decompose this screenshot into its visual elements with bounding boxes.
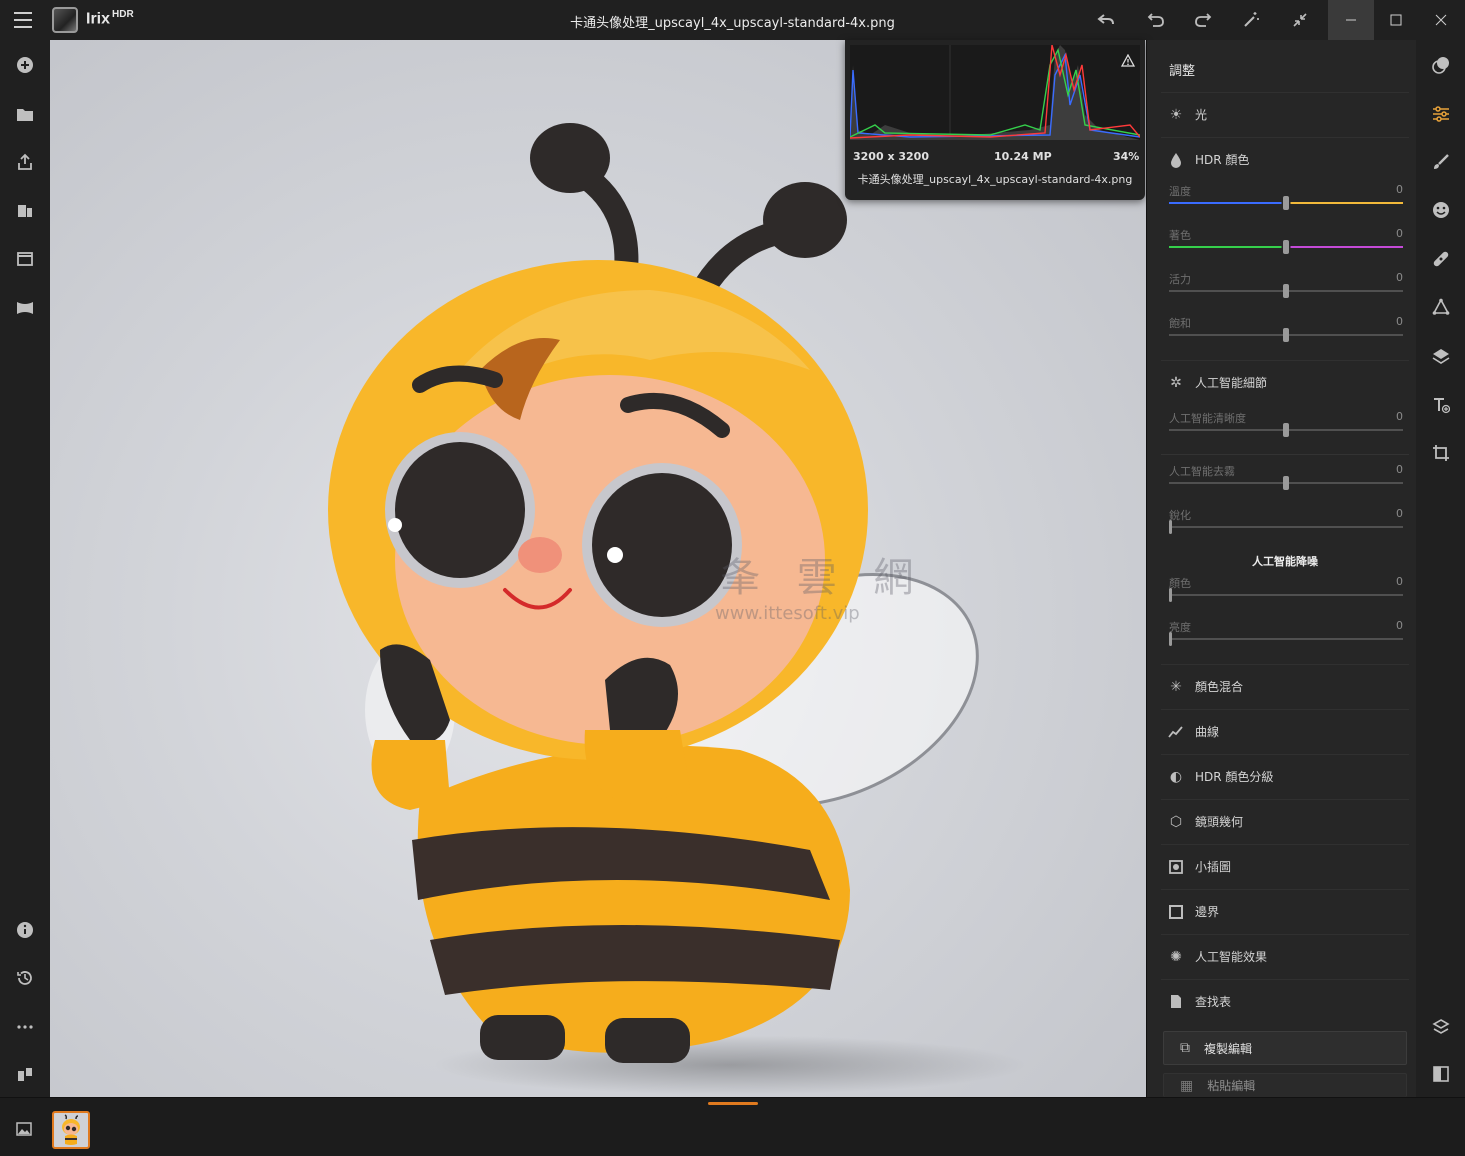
- adjustments-panel: 調整 ☀ 光 HDR 顏色 溫度 0 著色 0 活力 0 飽和 0 ✲ 人工智能…: [1146, 40, 1416, 1097]
- maximize-button[interactable]: [1373, 0, 1419, 40]
- vignette-icon: [1167, 858, 1185, 876]
- undo-icon: [1147, 13, 1164, 27]
- close-icon: [1435, 14, 1447, 26]
- image-megapixels: 10.24 MP: [994, 150, 1052, 163]
- bee-thumbnail-image: [62, 1114, 80, 1145]
- redo-button[interactable]: [1180, 0, 1226, 40]
- curve-icon: [1167, 723, 1185, 741]
- crop-icon[interactable]: [1430, 442, 1452, 464]
- slider-knob[interactable]: [1169, 520, 1172, 534]
- divider: [1161, 454, 1409, 455]
- thumbnail-bee[interactable]: [52, 1111, 90, 1149]
- more-icon[interactable]: [15, 1017, 35, 1037]
- auto-enhance-button[interactable]: [1228, 0, 1274, 40]
- sun-icon: ☀: [1169, 106, 1183, 123]
- layers-icon[interactable]: [1430, 345, 1452, 367]
- batch-icon[interactable]: [15, 201, 35, 221]
- presets-icon[interactable]: [1430, 54, 1452, 76]
- ai-detail-icon: ✲: [1170, 374, 1182, 391]
- minimize-button[interactable]: [1328, 0, 1374, 40]
- left-toolbar: [0, 40, 50, 1096]
- app-name: Irix HDR: [86, 9, 134, 28]
- sparkle-icon: ✳: [1170, 678, 1182, 695]
- adjustments-icon[interactable]: [1430, 103, 1452, 125]
- brush-icon[interactable]: [1430, 151, 1452, 173]
- slider-knob[interactable]: [1283, 284, 1289, 298]
- lens-icon: ⬡: [1169, 813, 1183, 830]
- ai-effect-icon: ✺: [1170, 948, 1182, 965]
- section-lut[interactable]: 查找表: [1161, 979, 1409, 1023]
- redo-icon: [1195, 13, 1212, 27]
- slider-knob[interactable]: [1169, 588, 1172, 602]
- plugins-icon[interactable]: [1430, 1016, 1452, 1038]
- zoom-level: 34%: [1113, 150, 1140, 163]
- watermark: 夆 雲 網 www.ittesoft.vip: [715, 555, 926, 624]
- histogram-graph: [850, 45, 1140, 140]
- undo-all-icon: [1097, 14, 1114, 25]
- slider-knob[interactable]: [1283, 423, 1289, 437]
- history-icon[interactable]: [15, 968, 35, 988]
- section-ai-effects[interactable]: ✺ 人工智能效果: [1161, 934, 1409, 978]
- gallery-icon[interactable]: [16, 1122, 34, 1136]
- add-icon[interactable]: [15, 55, 35, 75]
- magic-wand-icon: [1244, 12, 1259, 27]
- undo-button[interactable]: [1133, 0, 1179, 40]
- geometry-icon[interactable]: [1430, 296, 1452, 318]
- ai-denoise-title: 人工智能降噪: [1252, 555, 1318, 568]
- window-icon[interactable]: [15, 249, 35, 269]
- compare-icon[interactable]: [15, 1064, 35, 1084]
- info-icon[interactable]: [15, 920, 35, 940]
- slider-knob[interactable]: [1283, 196, 1289, 210]
- face-icon[interactable]: [1430, 199, 1452, 221]
- compact-view-button[interactable]: [1277, 0, 1323, 40]
- histogram-panel[interactable]: 3200 x 3200 10.24 MP 34% 卡通头像处理_upscayl_…: [845, 40, 1145, 200]
- panel-title: 調整: [1169, 64, 1196, 79]
- slider-knob[interactable]: [1283, 240, 1289, 254]
- copy-edits-button[interactable]: ⧉ 複製編輯: [1163, 1031, 1407, 1065]
- right-tool-column: [1416, 40, 1465, 1097]
- section-curves[interactable]: 曲線: [1161, 709, 1409, 753]
- undo-all-button[interactable]: [1083, 0, 1129, 40]
- copy-icon: ⧉: [1180, 1040, 1190, 1056]
- drop-icon: [1167, 151, 1185, 169]
- slider-knob[interactable]: [1169, 632, 1172, 646]
- folder-icon[interactable]: [15, 104, 35, 124]
- section-color-mix[interactable]: ✳ 顏色混合: [1161, 664, 1409, 708]
- color-grade-icon: ◐: [1169, 768, 1183, 785]
- paste-edits-button[interactable]: ▦ 粘貼編輯: [1163, 1073, 1407, 1097]
- maximize-icon: [1390, 14, 1402, 26]
- paste-icon: ▦: [1180, 1078, 1194, 1094]
- section-vignette[interactable]: 小插圖: [1161, 844, 1409, 888]
- title-bar: Irix HDR 卡通头像处理_upscayl_4x_upscayl-standa…: [0, 0, 1465, 40]
- border-icon: [1167, 903, 1185, 921]
- panorama-icon[interactable]: [15, 298, 35, 318]
- heal-icon[interactable]: [1430, 248, 1452, 270]
- text-add-icon[interactable]: [1430, 394, 1452, 416]
- app-logo-icon: [52, 7, 78, 33]
- section-border[interactable]: 邊界: [1161, 889, 1409, 933]
- section-light[interactable]: ☀ 光: [1161, 92, 1409, 136]
- section-color-grading[interactable]: ◐ HDR 顏色分級: [1161, 754, 1409, 798]
- image-dimensions: 3200 x 3200: [853, 150, 929, 163]
- filmstrip-resize-handle[interactable]: [708, 1102, 758, 1105]
- close-button[interactable]: [1418, 0, 1464, 40]
- window-title: 卡通头像处理_upscayl_4x_upscayl-standard-4x.pn…: [570, 16, 895, 31]
- split-view-icon[interactable]: [1430, 1063, 1452, 1085]
- filmstrip: [0, 1097, 1465, 1156]
- slider-knob[interactable]: [1283, 476, 1289, 490]
- share-icon[interactable]: [15, 152, 35, 172]
- section-lens-geometry[interactable]: ⬡ 鏡頭幾何: [1161, 799, 1409, 843]
- slider-knob[interactable]: [1283, 328, 1289, 342]
- hamburger-menu-icon[interactable]: [14, 12, 32, 28]
- shrink-icon: [1293, 13, 1307, 27]
- lut-icon: [1167, 993, 1185, 1011]
- minimize-icon: [1346, 19, 1356, 21]
- histogram-file-name: 卡通头像处理_upscayl_4x_upscayl-standard-4x.pn…: [857, 173, 1133, 186]
- section-ai-detail[interactable]: ✲ 人工智能細節: [1161, 360, 1409, 404]
- section-hdr-color[interactable]: HDR 顏色: [1161, 137, 1409, 181]
- app-window: Irix HDR 卡通头像处理_upscayl_4x_upscayl-standa…: [0, 0, 1465, 1156]
- warning-icon[interactable]: [1121, 54, 1135, 67]
